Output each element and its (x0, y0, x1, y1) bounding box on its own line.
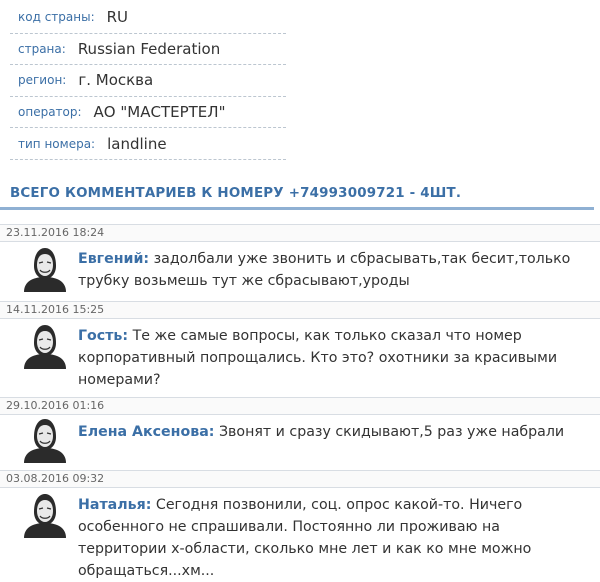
anonymous-avatar-icon (24, 248, 66, 292)
comment-body: Евгений: задолбали уже звонить и сбрасыв… (78, 248, 588, 292)
comment-body: Гость: Те же самые вопросы, как только с… (78, 325, 588, 391)
comment-date: 03.08.2016 09:32 (6, 472, 105, 485)
info-row-number-type: тип номера: landline (10, 128, 286, 160)
comment-text: Те же самые вопросы, как только сказал ч… (78, 328, 558, 388)
anonymous-avatar-icon (24, 494, 66, 538)
comment-body: Наталья: Сегодня позвонили, соц. опрос к… (78, 494, 588, 582)
info-label: тип номера: (18, 136, 96, 151)
info-value: Russian Federation (77, 39, 221, 58)
info-row-region: регион: г. Москва (10, 65, 286, 97)
info-value: RU (106, 8, 129, 27)
comment-date: 14.11.2016 15:25 (6, 303, 105, 316)
anonymous-avatar-icon (24, 325, 66, 369)
comment-text: задолбали уже звонить и сбрасывать,так б… (78, 251, 571, 289)
info-label: страна: (18, 41, 66, 56)
comment-date: 29.10.2016 01:16 (6, 399, 105, 412)
heading-divider (0, 207, 594, 210)
info-label: регион: (18, 73, 67, 88)
info-label: код страны: (18, 10, 95, 25)
anonymous-avatar-icon (24, 419, 66, 463)
info-row-operator: оператор: АО "МАСТЕРТЕЛ" (10, 97, 286, 129)
comment-author: Евгений: (78, 251, 150, 267)
comment-author: Гость: (78, 328, 129, 344)
info-value: г. Москва (78, 71, 154, 90)
info-label: оператор: (18, 105, 82, 120)
comment-author: Елена Аксенова: (78, 424, 215, 440)
comment-author: Наталья: (78, 497, 152, 513)
comment-date-bar: 14.11.2016 15:25 (0, 301, 600, 319)
comments-heading: ВСЕГО КОММЕНТАРИЕВ К НОМЕРУ +74993009721… (10, 186, 462, 201)
comment-date-bar: 29.10.2016 01:16 (0, 397, 600, 415)
info-value: АО "МАСТЕРТЕЛ" (93, 103, 226, 122)
comment-body: Елена Аксенова: Звонят и сразу скидывают… (78, 421, 588, 443)
info-row-country: страна: Russian Federation (10, 34, 286, 66)
info-value: landline (107, 134, 167, 153)
info-row-country-code: код страны: RU (10, 2, 286, 34)
comment-date-bar: 03.08.2016 09:32 (0, 470, 600, 488)
number-info-table: код страны: RU страна: Russian Federatio… (10, 2, 286, 160)
comment-text: Звонят и сразу скидывают,5 раз уже набра… (218, 424, 565, 440)
comment-date-bar: 23.11.2016 18:24 (0, 224, 600, 242)
comment-date: 23.11.2016 18:24 (6, 226, 105, 239)
